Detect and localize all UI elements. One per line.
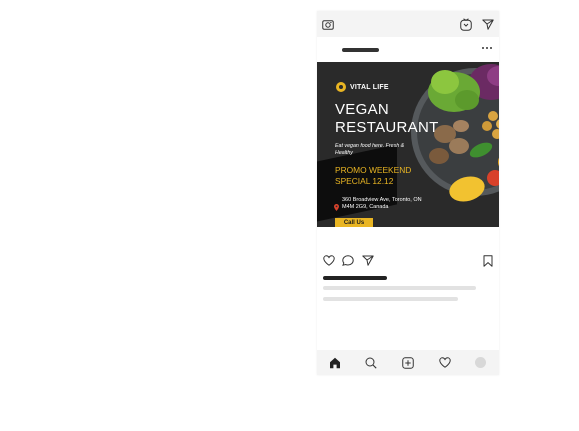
post-image-ad[interactable]: VITAL LIFE VEGAN RESTAURANT Eat vegan fo… xyxy=(317,62,499,227)
search-icon[interactable] xyxy=(365,357,377,369)
caption-placeholder-line xyxy=(323,297,458,301)
igtv-icon[interactable] xyxy=(460,18,472,31)
home-icon[interactable] xyxy=(329,357,341,369)
username-placeholder[interactable] xyxy=(342,48,379,52)
like-icon[interactable] xyxy=(323,255,335,266)
profile-avatar[interactable] xyxy=(475,357,486,368)
address-row: 360 Broadview Ave, Toronto, ON M4M 2G9, … xyxy=(334,197,434,211)
camera-icon[interactable] xyxy=(322,19,334,30)
brand-name: VITAL LIFE xyxy=(350,83,389,91)
share-icon[interactable] xyxy=(362,255,374,266)
bottom-navigation-bar xyxy=(317,350,499,375)
caption-placeholder-line xyxy=(323,286,476,290)
direct-message-icon[interactable] xyxy=(482,19,494,30)
brand-logo-icon xyxy=(336,82,346,92)
top-app-bar xyxy=(317,11,499,37)
salad-bowl-image xyxy=(411,64,499,202)
more-options-icon[interactable] xyxy=(481,46,493,52)
phone-frame: VITAL LIFE VEGAN RESTAURANT Eat vegan fo… xyxy=(317,11,499,375)
location-pin-icon xyxy=(334,198,339,211)
comment-icon[interactable] xyxy=(342,255,354,266)
new-post-icon[interactable] xyxy=(402,357,414,369)
promo-text: PROMO WEEKEND SPECIAL 12.12 xyxy=(335,165,412,186)
call-us-button[interactable]: Call Us xyxy=(335,218,373,227)
ad-subtitle: Eat vegan food here. Fresh & Healthy xyxy=(335,143,405,156)
brand-row: VITAL LIFE xyxy=(336,82,389,92)
likes-placeholder xyxy=(323,276,387,280)
bookmark-icon[interactable] xyxy=(483,255,493,267)
post-actions-row xyxy=(317,251,499,269)
activity-icon[interactable] xyxy=(439,357,451,368)
ad-title: VEGAN RESTAURANT xyxy=(335,101,439,136)
address-text: 360 Broadview Ave, Toronto, ON M4M 2G9, … xyxy=(342,197,422,210)
